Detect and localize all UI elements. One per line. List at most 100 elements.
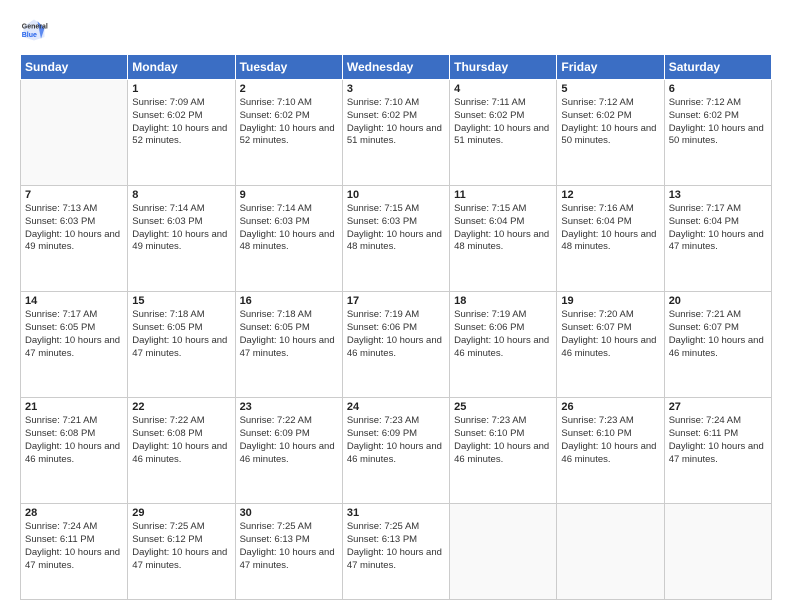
sunrise: Sunrise: 7:09 AM	[132, 97, 230, 110]
sunrise: Sunrise: 7:22 AM	[240, 415, 338, 428]
daylight: Daylight: 10 hours and 46 minutes.	[347, 335, 445, 361]
day-info: Sunrise: 7:23 AM Sunset: 6:10 PM Dayligh…	[454, 415, 552, 466]
daylight: Daylight: 10 hours and 47 minutes.	[25, 335, 123, 361]
day-number: 11	[454, 189, 552, 201]
day-info: Sunrise: 7:11 AM Sunset: 6:02 PM Dayligh…	[454, 97, 552, 148]
col-header-friday: Friday	[557, 55, 664, 80]
sunrise: Sunrise: 7:23 AM	[561, 415, 659, 428]
day-number: 10	[347, 189, 445, 201]
sunrise: Sunrise: 7:19 AM	[454, 309, 552, 322]
day-number: 15	[132, 295, 230, 307]
day-info: Sunrise: 7:12 AM Sunset: 6:02 PM Dayligh…	[561, 97, 659, 148]
calendar-table: SundayMondayTuesdayWednesdayThursdayFrid…	[20, 54, 772, 600]
daylight: Daylight: 10 hours and 46 minutes.	[561, 441, 659, 467]
sunset: Sunset: 6:13 PM	[347, 534, 445, 547]
col-header-thursday: Thursday	[450, 55, 557, 80]
calendar-page: General Blue SundayMondayTuesdayWednesda…	[0, 0, 792, 612]
calendar-cell: 7 Sunrise: 7:13 AM Sunset: 6:03 PM Dayli…	[21, 186, 128, 292]
day-info: Sunrise: 7:17 AM Sunset: 6:05 PM Dayligh…	[25, 309, 123, 360]
calendar-cell: 4 Sunrise: 7:11 AM Sunset: 6:02 PM Dayli…	[450, 80, 557, 186]
sunset: Sunset: 6:03 PM	[240, 216, 338, 229]
day-info: Sunrise: 7:25 AM Sunset: 6:12 PM Dayligh…	[132, 521, 230, 572]
sunrise: Sunrise: 7:18 AM	[132, 309, 230, 322]
sunset: Sunset: 6:03 PM	[347, 216, 445, 229]
daylight: Daylight: 10 hours and 47 minutes.	[669, 441, 767, 467]
daylight: Daylight: 10 hours and 47 minutes.	[25, 547, 123, 573]
day-number: 13	[669, 189, 767, 201]
sunset: Sunset: 6:05 PM	[25, 322, 123, 335]
sunset: Sunset: 6:09 PM	[347, 428, 445, 441]
day-number: 19	[561, 295, 659, 307]
daylight: Daylight: 10 hours and 46 minutes.	[669, 335, 767, 361]
calendar-cell: 24 Sunrise: 7:23 AM Sunset: 6:09 PM Dayl…	[342, 398, 449, 504]
sunset: Sunset: 6:04 PM	[454, 216, 552, 229]
calendar-cell: 30 Sunrise: 7:25 AM Sunset: 6:13 PM Dayl…	[235, 504, 342, 600]
daylight: Daylight: 10 hours and 48 minutes.	[347, 229, 445, 255]
day-number: 24	[347, 401, 445, 413]
daylight: Daylight: 10 hours and 47 minutes.	[240, 335, 338, 361]
day-number: 12	[561, 189, 659, 201]
sunrise: Sunrise: 7:23 AM	[347, 415, 445, 428]
calendar-cell: 13 Sunrise: 7:17 AM Sunset: 6:04 PM Dayl…	[664, 186, 771, 292]
svg-text:General: General	[22, 23, 48, 30]
col-header-saturday: Saturday	[664, 55, 771, 80]
day-info: Sunrise: 7:24 AM Sunset: 6:11 PM Dayligh…	[669, 415, 767, 466]
calendar-cell: 12 Sunrise: 7:16 AM Sunset: 6:04 PM Dayl…	[557, 186, 664, 292]
calendar-cell: 6 Sunrise: 7:12 AM Sunset: 6:02 PM Dayli…	[664, 80, 771, 186]
sunrise: Sunrise: 7:14 AM	[132, 203, 230, 216]
calendar-cell: 15 Sunrise: 7:18 AM Sunset: 6:05 PM Dayl…	[128, 292, 235, 398]
day-info: Sunrise: 7:13 AM Sunset: 6:03 PM Dayligh…	[25, 203, 123, 254]
calendar-cell: 31 Sunrise: 7:25 AM Sunset: 6:13 PM Dayl…	[342, 504, 449, 600]
daylight: Daylight: 10 hours and 47 minutes.	[669, 229, 767, 255]
calendar-cell: 17 Sunrise: 7:19 AM Sunset: 6:06 PM Dayl…	[342, 292, 449, 398]
daylight: Daylight: 10 hours and 47 minutes.	[132, 335, 230, 361]
sunset: Sunset: 6:04 PM	[561, 216, 659, 229]
daylight: Daylight: 10 hours and 52 minutes.	[240, 123, 338, 149]
logo: General Blue	[20, 16, 52, 44]
sunrise: Sunrise: 7:24 AM	[25, 521, 123, 534]
sunrise: Sunrise: 7:15 AM	[454, 203, 552, 216]
daylight: Daylight: 10 hours and 46 minutes.	[347, 441, 445, 467]
sunset: Sunset: 6:09 PM	[240, 428, 338, 441]
sunset: Sunset: 6:07 PM	[669, 322, 767, 335]
sunset: Sunset: 6:05 PM	[240, 322, 338, 335]
daylight: Daylight: 10 hours and 51 minutes.	[454, 123, 552, 149]
header-row: SundayMondayTuesdayWednesdayThursdayFrid…	[21, 55, 772, 80]
sunrise: Sunrise: 7:21 AM	[669, 309, 767, 322]
day-number: 31	[347, 507, 445, 519]
day-number: 14	[25, 295, 123, 307]
sunset: Sunset: 6:11 PM	[25, 534, 123, 547]
daylight: Daylight: 10 hours and 46 minutes.	[132, 441, 230, 467]
calendar-cell: 27 Sunrise: 7:24 AM Sunset: 6:11 PM Dayl…	[664, 398, 771, 504]
daylight: Daylight: 10 hours and 46 minutes.	[454, 335, 552, 361]
day-info: Sunrise: 7:23 AM Sunset: 6:10 PM Dayligh…	[561, 415, 659, 466]
day-info: Sunrise: 7:18 AM Sunset: 6:05 PM Dayligh…	[132, 309, 230, 360]
day-number: 4	[454, 83, 552, 95]
day-number: 2	[240, 83, 338, 95]
col-header-tuesday: Tuesday	[235, 55, 342, 80]
svg-text:Blue: Blue	[22, 32, 37, 39]
sunrise: Sunrise: 7:18 AM	[240, 309, 338, 322]
daylight: Daylight: 10 hours and 49 minutes.	[25, 229, 123, 255]
sunrise: Sunrise: 7:11 AM	[454, 97, 552, 110]
sunset: Sunset: 6:03 PM	[132, 216, 230, 229]
day-info: Sunrise: 7:14 AM Sunset: 6:03 PM Dayligh…	[240, 203, 338, 254]
daylight: Daylight: 10 hours and 48 minutes.	[561, 229, 659, 255]
day-number: 7	[25, 189, 123, 201]
calendar-cell: 14 Sunrise: 7:17 AM Sunset: 6:05 PM Dayl…	[21, 292, 128, 398]
calendar-cell: 18 Sunrise: 7:19 AM Sunset: 6:06 PM Dayl…	[450, 292, 557, 398]
sunset: Sunset: 6:02 PM	[669, 110, 767, 123]
day-info: Sunrise: 7:10 AM Sunset: 6:02 PM Dayligh…	[347, 97, 445, 148]
day-info: Sunrise: 7:19 AM Sunset: 6:06 PM Dayligh…	[347, 309, 445, 360]
day-info: Sunrise: 7:17 AM Sunset: 6:04 PM Dayligh…	[669, 203, 767, 254]
calendar-cell: 23 Sunrise: 7:22 AM Sunset: 6:09 PM Dayl…	[235, 398, 342, 504]
sunset: Sunset: 6:10 PM	[454, 428, 552, 441]
calendar-cell	[450, 504, 557, 600]
day-number: 23	[240, 401, 338, 413]
calendar-cell: 29 Sunrise: 7:25 AM Sunset: 6:12 PM Dayl…	[128, 504, 235, 600]
sunset: Sunset: 6:06 PM	[347, 322, 445, 335]
day-info: Sunrise: 7:19 AM Sunset: 6:06 PM Dayligh…	[454, 309, 552, 360]
daylight: Daylight: 10 hours and 48 minutes.	[240, 229, 338, 255]
sunset: Sunset: 6:08 PM	[25, 428, 123, 441]
day-info: Sunrise: 7:18 AM Sunset: 6:05 PM Dayligh…	[240, 309, 338, 360]
